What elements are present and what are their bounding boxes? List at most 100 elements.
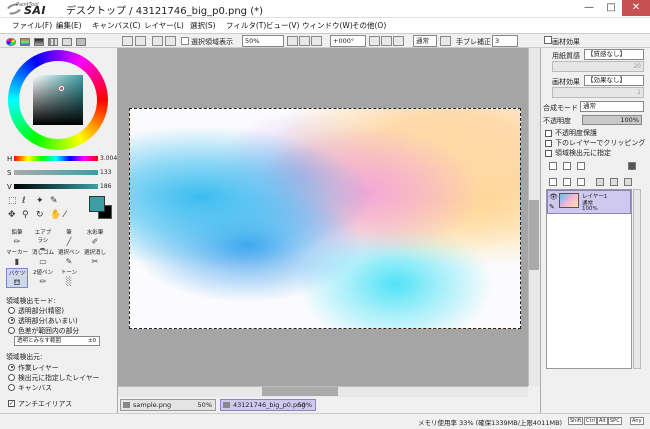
menu-view[interactable]: ビュー(V) <box>266 20 299 31</box>
detect-source-checkbox[interactable]: 領域検出元に指定 <box>545 148 611 158</box>
blend-mode-button[interactable]: 通常 <box>413 35 437 47</box>
delete-layer-icon[interactable] <box>610 178 618 186</box>
menu-layer[interactable]: レイヤー(L) <box>144 20 184 31</box>
menu-select[interactable]: 選択(S) <box>190 20 216 31</box>
brush-tool-watercolor[interactable]: 水彩筆 ✐ <box>84 228 106 248</box>
zoom-select[interactable]: 50% <box>242 35 284 47</box>
clear-layer-icon[interactable] <box>577 178 585 186</box>
stabilizer-select[interactable]: 3 <box>492 35 518 47</box>
rotate-reset-icon[interactable] <box>393 36 404 46</box>
swatches-tab-icon[interactable] <box>48 38 58 46</box>
menu-edit[interactable]: 編集(E) <box>56 20 82 31</box>
zoom-in-icon[interactable] <box>299 36 310 46</box>
radio-icon <box>8 326 15 334</box>
opacity-slider[interactable]: 100% <box>582 115 642 125</box>
rotate-left-icon[interactable] <box>369 36 380 46</box>
color-wheel-tab-icon[interactable] <box>6 38 16 46</box>
zoom-icon[interactable]: ⚲ <box>22 210 29 220</box>
canvas-artwork[interactable] <box>129 108 521 329</box>
deselect-icon[interactable] <box>152 36 163 46</box>
copy-layer-icon[interactable] <box>549 178 557 186</box>
layer-settings-icon[interactable] <box>628 162 636 170</box>
brush-tool-airbrush[interactable]: エアブラシ ✒ <box>32 228 54 254</box>
checkbox-icon <box>545 129 552 137</box>
horizontal-scroll-thumb[interactable] <box>262 387 338 396</box>
close-button[interactable]: ✕ <box>622 0 650 16</box>
maximize-button[interactable]: □ <box>600 0 622 16</box>
detect-mode-option-color-diff[interactable]: 色差が範囲内の部分 <box>8 325 79 335</box>
eye-icon[interactable]: 👁 <box>549 193 558 201</box>
panel-toggle-icon[interactable] <box>544 36 552 44</box>
vertical-scroll-thumb[interactable] <box>529 200 539 270</box>
material-effect-title: 画材効果 <box>552 38 580 46</box>
brush-tool-pencil[interactable]: 鉛筆 ✏ <box>6 228 28 248</box>
doc-tab-active[interactable]: 43121746_big_p0.png 50% <box>220 399 316 411</box>
trash-icon[interactable] <box>624 178 632 186</box>
detect-source-option-working[interactable]: 作業レイヤー <box>8 362 59 372</box>
brush-tool-brush[interactable]: 筆 ╱ <box>58 228 80 248</box>
hand-icon[interactable]: ✋ <box>50 210 61 220</box>
hsv-slider-tab-icon[interactable] <box>34 38 44 46</box>
scratchpad-tab-icon[interactable] <box>62 38 72 46</box>
layer-list-scrollbar[interactable] <box>633 189 641 369</box>
minimize-button[interactable]: — <box>578 0 600 16</box>
rotate-right-icon[interactable] <box>381 36 392 46</box>
rotate-icon[interactable]: ↻ <box>36 210 44 220</box>
zoom-reset-icon[interactable] <box>311 36 322 46</box>
lasso-icon[interactable]: ℓ <box>22 196 26 206</box>
saturation-value-square[interactable] <box>33 75 83 125</box>
menu-filter[interactable]: フィルタ(T) <box>226 20 266 31</box>
hue-slider[interactable] <box>14 156 98 161</box>
brush-tool-tone[interactable]: トーン ░ <box>58 268 80 288</box>
brush-tool-select-erase[interactable]: 選択消し ✂ <box>84 248 106 268</box>
redo-icon[interactable] <box>135 36 146 46</box>
move-icon[interactable]: ✥ <box>8 210 16 220</box>
brush-tool-eraser[interactable]: 消しゴム ▭ <box>32 248 54 268</box>
key-spc: SPC <box>608 417 622 425</box>
transfer-down-icon[interactable] <box>596 178 604 186</box>
detect-source-option-specified[interactable]: 検出元に指定したレイヤー <box>8 372 99 382</box>
menu-window[interactable]: ウィンドウ(W) <box>302 20 353 31</box>
effect-strength-value: 1 <box>637 89 641 96</box>
antialias-checkbox[interactable]: ✓ アンチエイリアス <box>8 398 72 408</box>
menu-other[interactable]: その他(O) <box>352 20 386 31</box>
rotation-select[interactable]: +000° <box>330 35 366 47</box>
eyedropper-icon[interactable]: ⁄ <box>64 210 66 220</box>
magic-wand-icon[interactable]: ✦ <box>36 196 44 206</box>
protect-opacity-checkbox[interactable]: 不透明度保護 <box>545 128 597 138</box>
new-layer-icon[interactable] <box>549 162 557 170</box>
brush-tool-select-pen[interactable]: 選択ペン ✎ <box>58 248 80 268</box>
paper-texture-select[interactable]: 【質感なし】 <box>584 49 644 60</box>
image-file-icon <box>123 402 130 408</box>
menu-canvas[interactable]: キャンバス(C) <box>92 20 141 31</box>
undo-icon[interactable] <box>122 36 133 46</box>
tolerance-field[interactable]: 透明とみなす範囲 ±0 <box>14 336 100 346</box>
new-folder-icon[interactable] <box>577 162 585 170</box>
saturation-slider[interactable] <box>14 170 98 175</box>
rect-select-icon[interactable]: ⬚ <box>8 196 17 206</box>
effect-select[interactable]: 【効果なし】 <box>584 75 644 86</box>
flip-icon[interactable] <box>440 36 451 46</box>
doc-tab-sample[interactable]: sample.png 50% <box>120 399 216 411</box>
color-picker-marker[interactable] <box>59 86 64 91</box>
menu-file[interactable]: ファイル(F) <box>12 20 52 31</box>
radio-selected-icon <box>8 363 15 371</box>
brush-tool-binary-pen[interactable]: 2値ペン ✏ <box>32 268 54 288</box>
move-select-icon[interactable]: ✎ <box>50 196 58 206</box>
invert-selection-icon[interactable] <box>165 36 176 46</box>
new-linework-layer-icon[interactable] <box>563 162 571 170</box>
detect-source-option-canvas[interactable]: キャンバス <box>8 382 52 392</box>
brush-tool-marker[interactable]: マーカー ▮ <box>6 248 28 268</box>
clipping-checkbox[interactable]: 下のレイヤーでクリッピング <box>545 138 645 148</box>
merge-down-icon[interactable] <box>563 178 571 186</box>
foreground-color-swatch[interactable] <box>89 196 105 212</box>
detect-mode-option-fuzzy[interactable]: 透明部分(あいまい) <box>8 315 78 325</box>
value-slider[interactable] <box>14 184 98 189</box>
zoom-out-icon[interactable] <box>287 36 298 46</box>
rgb-slider-tab-icon[interactable] <box>20 38 30 46</box>
layer-blend-select[interactable]: 通常 <box>580 101 644 112</box>
brush-tool-bucket[interactable]: バケツ ⛾ <box>6 268 28 288</box>
navigator-tab-icon[interactable] <box>76 38 86 46</box>
detect-mode-option-precise[interactable]: 透明部分(精密) <box>8 305 64 315</box>
selection-display-checkbox[interactable] <box>181 37 189 45</box>
